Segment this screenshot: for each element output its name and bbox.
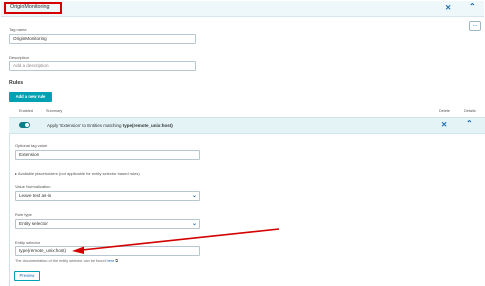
annotation-arrow [72, 228, 280, 254]
arrow-shaft [81, 228, 280, 251]
arrow-head [72, 246, 84, 254]
